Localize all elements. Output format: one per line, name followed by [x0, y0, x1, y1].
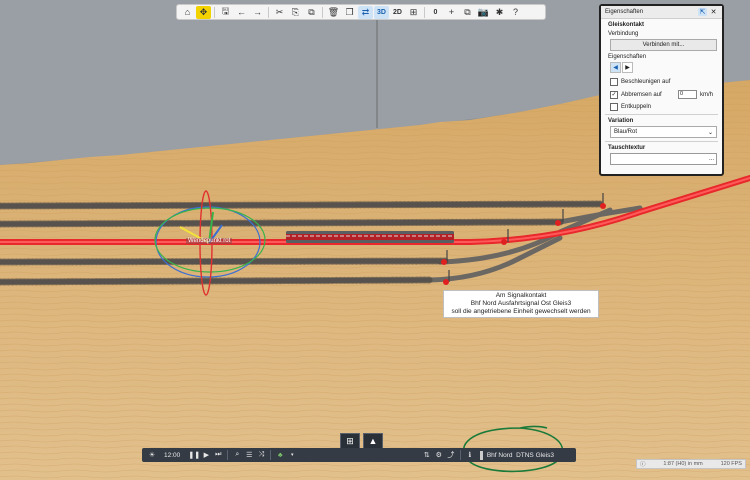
toolbar-separator [424, 6, 425, 18]
toolbar-separator [214, 6, 215, 18]
chevron-down-icon[interactable]: ▾ [286, 449, 298, 461]
variation-select[interactable]: Blau/Rot ⌄ [610, 126, 717, 138]
clone-button[interactable]: ⧉ [460, 6, 475, 19]
signal-5[interactable] [443, 279, 449, 285]
annotation-note: Am Signalkontakt Bhf Nord Ausfahrtsignal… [443, 290, 599, 318]
add-layer-button[interactable]: + [444, 6, 459, 19]
annotation-line-2: Bhf Nord Ausfahrtsignal Ost Gleis3 [470, 300, 572, 307]
brake-label: Abbremsen auf [621, 91, 662, 98]
redo-button[interactable]: → [250, 6, 265, 19]
separator [227, 450, 229, 460]
save-button[interactable]: 🖫 [218, 6, 233, 19]
info-icon[interactable]: ℹ [464, 449, 476, 461]
toolbar-separator [322, 6, 323, 18]
connect-button[interactable]: Verbinden mit... [610, 39, 717, 51]
variation-value: Blau/Rot [614, 129, 638, 135]
accelerate-label: Beschleunigen auf [621, 79, 671, 85]
delete-button[interactable]: 🗑 [326, 6, 341, 19]
layer-count: 0 [433, 8, 438, 16]
signal-3[interactable] [501, 239, 507, 245]
brake-speed-input[interactable]: 0 [677, 90, 697, 99]
direction-left-icon[interactable]: ◀ [610, 62, 621, 73]
gizmo-label: Wendepunkt rot [186, 238, 233, 244]
play-icon[interactable]: ▶ [200, 449, 212, 461]
settings-button[interactable]: ✱ [492, 6, 507, 19]
bottom-control-bar: ☀ 12:00 ❚❚ ▶ ⏭ ⌕ ☰ ⤨ ♣ ▾ ⇅ ⚙ ⤴ ℹ Bhf Nor… [142, 448, 576, 462]
train[interactable] [286, 231, 454, 243]
signal-1[interactable] [600, 203, 606, 209]
main-toolbar: ⌂ ✥ 🖫 ← → ✂ ⎘ ⧉ 🗑 ❐ ⇄ 3D 2D ⊞ 0 + ⧉ 📷 ✱? [176, 4, 546, 20]
select-tool-button[interactable]: ✥ [196, 5, 211, 19]
signal-2[interactable] [555, 220, 561, 226]
annotation-line-1: Am Signalkontakt [495, 292, 547, 299]
toolbar-separator [268, 6, 269, 18]
layers-icon[interactable]: ☰ [243, 449, 255, 461]
brake-checkbox[interactable]: ✓ [610, 90, 618, 99]
copy-button[interactable]: ⎘ [288, 6, 303, 19]
chevron-down-icon: ⌄ [707, 129, 713, 136]
info-icon: ⓘ [640, 462, 646, 468]
uncouple-checkbox[interactable] [610, 103, 618, 111]
selected-unit-label[interactable]: Bhf Nord DTNS Gleis3 [487, 452, 554, 459]
direction-buttons: ◀ ▶ [610, 62, 722, 73]
sun-icon[interactable]: ☀ [146, 449, 158, 461]
fps-readout: 120 FPS [720, 461, 742, 467]
unit-color-swatch [479, 450, 483, 460]
gear-icon[interactable]: ⚙ [433, 449, 445, 461]
properties-title: Eigenschaften [605, 9, 644, 15]
speed-unit: km/h [699, 91, 713, 98]
sliders-icon[interactable]: ⇅ [421, 449, 433, 461]
cut-button[interactable]: ✂ [272, 6, 287, 19]
status-bar: ⓘ 1:87 (H0) in mm 120 FPS [636, 459, 746, 469]
properties-header: Eigenschaften ⇱ ✕ [601, 6, 722, 19]
accelerate-row: Beschleunigen auf [601, 78, 722, 86]
view-3d-button[interactable]: 3D [374, 5, 389, 19]
grid-view-icon[interactable]: ⊞ [340, 433, 360, 449]
uncouple-label: Entkuppeln [621, 104, 652, 110]
divider [605, 141, 718, 142]
help-button[interactable]: ? [508, 6, 523, 19]
direction-right-icon[interactable]: ▶ [622, 62, 633, 73]
snap-button[interactable]: ⇄ [358, 5, 373, 19]
undo-button[interactable]: ← [234, 6, 249, 19]
uncouple-row: Entkuppeln [601, 103, 722, 111]
home-button[interactable]: ⌂ [180, 6, 195, 19]
pause-icon[interactable]: ❚❚ [188, 449, 200, 461]
annotation-line-3: soll die angetriebene Einheit gewechselt… [451, 308, 591, 315]
signal-4[interactable] [441, 259, 447, 265]
fast-forward-icon[interactable]: ⏭ [212, 449, 224, 461]
texture-browse-button[interactable]: ... [709, 156, 714, 162]
detach-icon[interactable]: ⇱ [698, 8, 707, 16]
accelerate-checkbox[interactable] [610, 78, 618, 86]
scale-readout: 1:87 (H0) in mm [663, 461, 703, 467]
terrain-view-icon[interactable]: ▲ [363, 433, 383, 449]
route-icon[interactable]: ⤴ [445, 449, 457, 461]
grid-button[interactable]: ⊞ [406, 6, 421, 19]
properties-panel: Eigenschaften ⇱ ✕ Gleiskontakt Verbindun… [599, 4, 724, 176]
tree-icon[interactable]: ♣ [274, 449, 286, 461]
view-2d-button[interactable]: 2D [390, 6, 405, 19]
separator [270, 450, 272, 460]
paste-button[interactable]: ⧉ [304, 6, 319, 19]
time-display[interactable]: 12:00 [164, 452, 180, 459]
texture-field[interactable]: ... [610, 153, 717, 165]
divider [605, 114, 718, 115]
separator [459, 450, 461, 460]
header-buttons: ⇱ ✕ [698, 8, 718, 16]
screenshot-button[interactable]: 📷 [476, 6, 491, 19]
duplicate-button[interactable]: ❐ [342, 6, 357, 19]
close-icon[interactable]: ✕ [709, 8, 718, 16]
search-icon[interactable]: ⌕ [231, 449, 243, 461]
shuffle-icon[interactable]: ⤨ [255, 449, 267, 461]
brake-row: ✓ Abbremsen auf 0 km/h [601, 90, 722, 99]
